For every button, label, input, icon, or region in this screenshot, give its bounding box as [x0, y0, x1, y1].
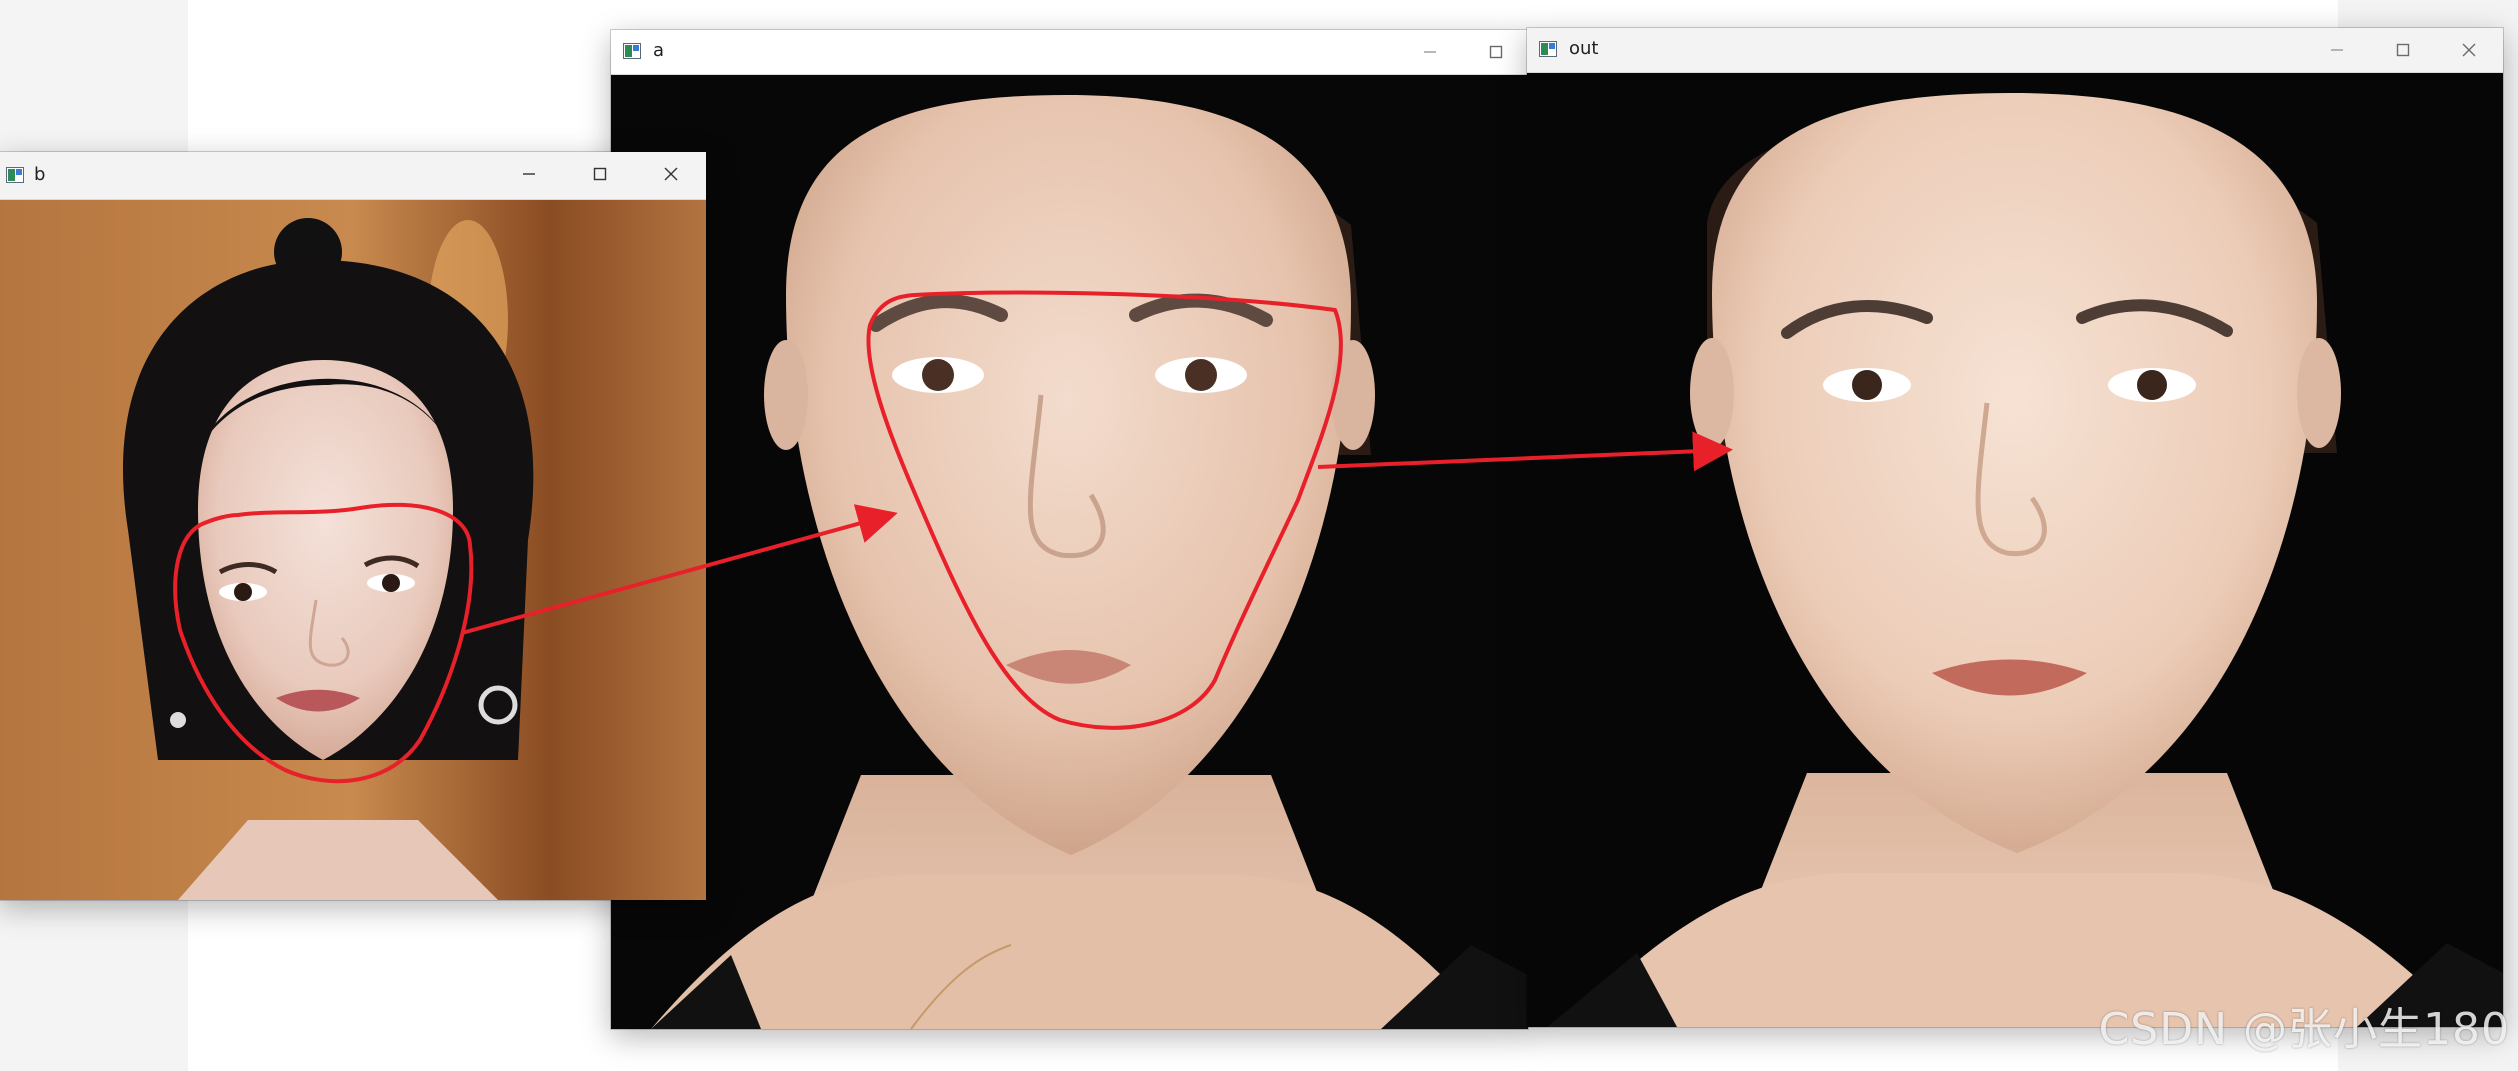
- close-icon: [2462, 43, 2476, 57]
- image-window-a[interactable]: a: [611, 30, 1528, 1029]
- minimize-button-a[interactable]: [1397, 30, 1463, 74]
- maximize-icon: [1489, 45, 1503, 59]
- close-button-b[interactable]: [638, 152, 704, 199]
- opencv-window-icon: [1539, 41, 1557, 57]
- image-a-face: [611, 75, 1528, 1029]
- image-out-face: [1527, 73, 2503, 1027]
- minimize-icon: [2331, 49, 2343, 51]
- maximize-button-a[interactable]: [1463, 30, 1529, 74]
- window-title-b: b: [34, 164, 46, 185]
- maximize-icon: [2396, 43, 2410, 57]
- opencv-window-icon: [6, 167, 24, 183]
- titlebar-out[interactable]: out: [1527, 28, 2503, 73]
- opencv-window-icon: [623, 43, 641, 59]
- maximize-button-out[interactable]: [2370, 28, 2436, 72]
- window-title-a: a: [653, 40, 665, 61]
- image-window-b[interactable]: b: [0, 152, 706, 900]
- titlebar-a[interactable]: a: [611, 30, 1528, 75]
- minimize-button-b[interactable]: [496, 152, 562, 199]
- close-icon: [664, 167, 678, 181]
- maximize-button-b[interactable]: [567, 152, 633, 199]
- minimize-icon: [523, 173, 535, 175]
- close-button-out[interactable]: [2436, 28, 2502, 72]
- window-title-out: out: [1569, 38, 1599, 59]
- image-window-out[interactable]: out: [1527, 28, 2503, 1027]
- watermark-text: CSDN @张小生180: [2098, 1004, 2510, 1055]
- image-b-face: [0, 200, 706, 900]
- minimize-button-out[interactable]: [2304, 28, 2370, 72]
- maximize-icon: [593, 167, 607, 181]
- titlebar-b[interactable]: b: [0, 152, 706, 200]
- minimize-icon: [1424, 51, 1436, 53]
